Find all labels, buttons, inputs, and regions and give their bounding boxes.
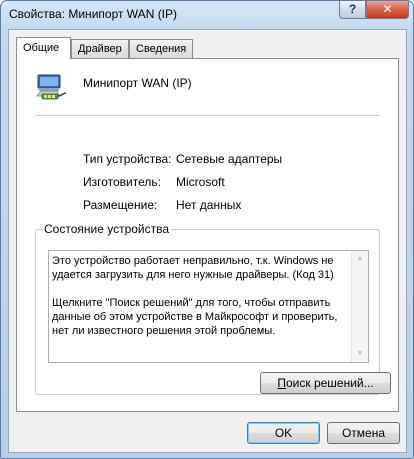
device-type-label: Тип устройства: — [83, 152, 172, 166]
manufacturer-label: Изготовитель: — [83, 175, 161, 189]
title-bar[interactable]: Свойства: Минипорт WAN (IP) ? ✕ — [1, 1, 413, 29]
window-title: Свойства: Минипорт WAN (IP) — [9, 7, 178, 21]
device-status-text: Это устройство работает неправильно, т.к… — [52, 255, 338, 337]
location-value: Нет данных — [176, 198, 242, 212]
manufacturer-value: Microsoft — [176, 175, 225, 189]
ok-button[interactable]: OK — [247, 422, 320, 444]
tab-panel-general: Минипорт WAN (IP) Тип устройства: Сетевы… — [16, 58, 399, 412]
device-type-value: Сетевые адаптеры — [176, 152, 283, 166]
device-status-textbox[interactable]: Это устройство работает неправильно, т.к… — [48, 250, 369, 363]
dialog-client-area: Общие Драйвер Сведения Минипорт WAN (IP) — [8, 29, 407, 453]
close-button[interactable]: ✕ — [366, 1, 409, 19]
device-status-group: Состояние устройства Это устройство рабо… — [35, 222, 391, 395]
scroll-down-arrow-icon[interactable]: ▼ — [352, 346, 368, 362]
tab-general[interactable]: Общие — [16, 37, 71, 59]
device-name: Минипорт WAN (IP) — [83, 76, 192, 90]
cancel-button[interactable]: Отмена — [327, 422, 400, 444]
network-adapter-icon — [35, 69, 69, 103]
tab-details[interactable]: Сведения — [129, 39, 193, 58]
scroll-up-arrow-icon[interactable]: ▲ — [352, 251, 368, 267]
properties-dialog: Свойства: Минипорт WAN (IP) ? ✕ Общие Др… — [0, 0, 414, 459]
location-label: Размещение: — [83, 198, 158, 212]
status-scrollbar[interactable]: ▲ ▼ — [351, 251, 368, 362]
find-solutions-button[interactable]: Поиск решений... — [260, 372, 391, 394]
divider — [35, 115, 380, 116]
help-button[interactable]: ? — [339, 1, 366, 19]
device-status-legend: Состояние устройства — [44, 222, 170, 236]
tab-driver[interactable]: Драйвер — [71, 39, 129, 58]
